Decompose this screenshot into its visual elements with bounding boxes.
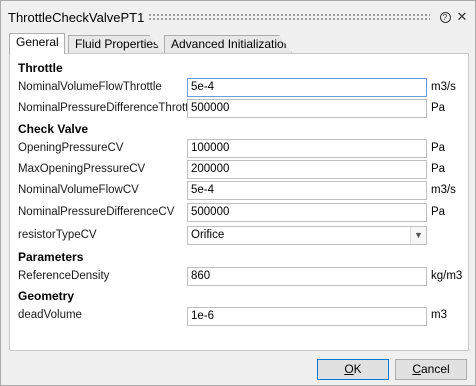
unit-nominal-pressure-difference-throttle: Pa [431,102,446,114]
input-opening-pressure-cv[interactable]: 100000 [187,139,427,158]
label-nominal-pressure-difference-throttle: NominalPressureDifferenceThrottle [18,102,198,114]
cancel-button[interactable]: Cancel [395,359,467,380]
tab-fluid-properties[interactable]: Fluid Properties [68,35,163,53]
unit-nominal-volume-flow-throttle: m3/s [431,81,456,93]
select-resistor-type-cv-value: Orifice [191,229,225,241]
input-nominal-volume-flow-throttle[interactable]: 5e-4 [187,78,427,97]
section-geometry: Geometry [18,289,75,303]
unit-nominal-pressure-difference-cv: Pa [431,206,446,218]
tab-general[interactable]: General [9,33,65,54]
general-panel: Throttle NominalVolumeFlowThrottle 5e-4 … [9,53,469,351]
label-nominal-volume-flow-throttle: NominalVolumeFlowThrottle [18,81,162,93]
window-title: ThrottleCheckValvePT1 [8,10,145,25]
select-resistor-type-cv[interactable]: Orifice ▼ [187,226,427,245]
label-dead-volume: deadVolume [18,309,82,321]
label-nominal-pressure-difference-cv: NominalPressureDifferenceCV [18,206,175,218]
label-resistor-type-cv: resistorTypeCV [18,229,97,241]
unit-dead-volume: m3 [431,309,447,321]
ok-button[interactable]: OK [317,359,389,380]
unit-reference-density: kg/m3 [431,270,463,282]
input-reference-density[interactable]: 860 [187,267,427,286]
unit-max-opening-pressure-cv: Pa [431,163,446,175]
tab-bar: General Fluid Properties Advanced Initia… [9,33,469,54]
label-nominal-volume-flow-cv: NominalVolumeFlowCV [18,184,139,196]
section-check-valve: Check Valve [18,122,89,136]
unit-nominal-volume-flow-cv: m3/s [431,184,456,196]
unit-opening-pressure-cv: Pa [431,142,446,154]
section-parameters: Parameters [18,250,84,264]
input-nominal-volume-flow-cv[interactable]: 5e-4 [187,181,427,200]
label-reference-density: ReferenceDensity [18,270,110,282]
label-opening-pressure-cv: OpeningPressureCV [18,142,124,154]
chevron-down-icon[interactable]: ▼ [410,227,426,244]
drag-grip[interactable] [148,13,430,21]
input-nominal-pressure-difference-throttle[interactable]: 500000 [187,99,427,118]
close-icon[interactable]: ✕ [455,9,469,24]
section-throttle: Throttle [18,61,63,75]
dialog-window: ThrottleCheckValvePT1 ? ✕ General Fluid … [0,0,476,386]
help-icon[interactable]: ? [438,10,452,24]
title-bar[interactable]: ThrottleCheckValvePT1 ? ✕ [1,1,475,33]
label-max-opening-pressure-cv: MaxOpeningPressureCV [18,163,146,175]
tab-advanced-initialization[interactable]: Advanced Initialization [164,35,292,53]
input-dead-volume[interactable]: 1e-6 [187,307,427,326]
input-max-opening-pressure-cv[interactable]: 200000 [187,160,427,179]
input-nominal-pressure-difference-cv[interactable]: 500000 [187,203,427,222]
